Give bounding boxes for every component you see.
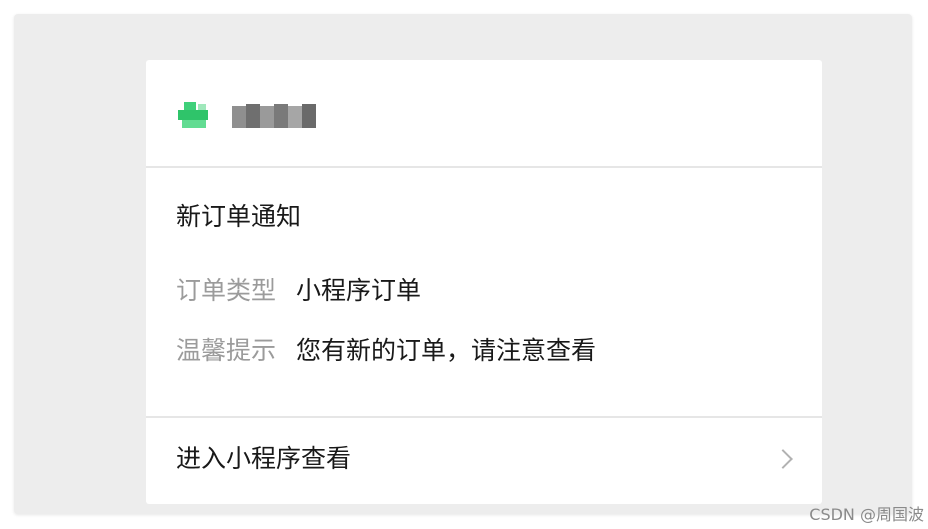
field-reminder: 温馨提示 您有新的订单，请注意查看 <box>176 334 596 368</box>
mini-program-name-obscured <box>232 102 316 130</box>
notification-card: 新订单通知 订单类型 小程序订单 温馨提示 您有新的订单，请注意查看 进入小程序查看 <box>146 60 822 504</box>
field-label: 订单类型 <box>176 276 277 305</box>
mini-program-logo-icon <box>176 100 212 130</box>
notice-title: 新订单通知 <box>176 202 302 231</box>
field-label: 温馨提示 <box>176 336 277 365</box>
open-mini-program-link[interactable]: 进入小程序查看 <box>146 418 822 504</box>
watermark: CSDN @周国波 <box>809 505 924 524</box>
open-mini-program-label: 进入小程序查看 <box>176 444 352 473</box>
message-frame: 新订单通知 订单类型 小程序订单 温馨提示 您有新的订单，请注意查看 进入小程序查看 <box>14 14 912 514</box>
field-value: 小程序订单 <box>296 276 422 305</box>
chevron-right-icon <box>773 449 793 469</box>
card-header <box>146 60 822 168</box>
field-order-type: 订单类型 小程序订单 <box>176 274 421 308</box>
field-value: 您有新的订单，请注意查看 <box>296 336 597 365</box>
